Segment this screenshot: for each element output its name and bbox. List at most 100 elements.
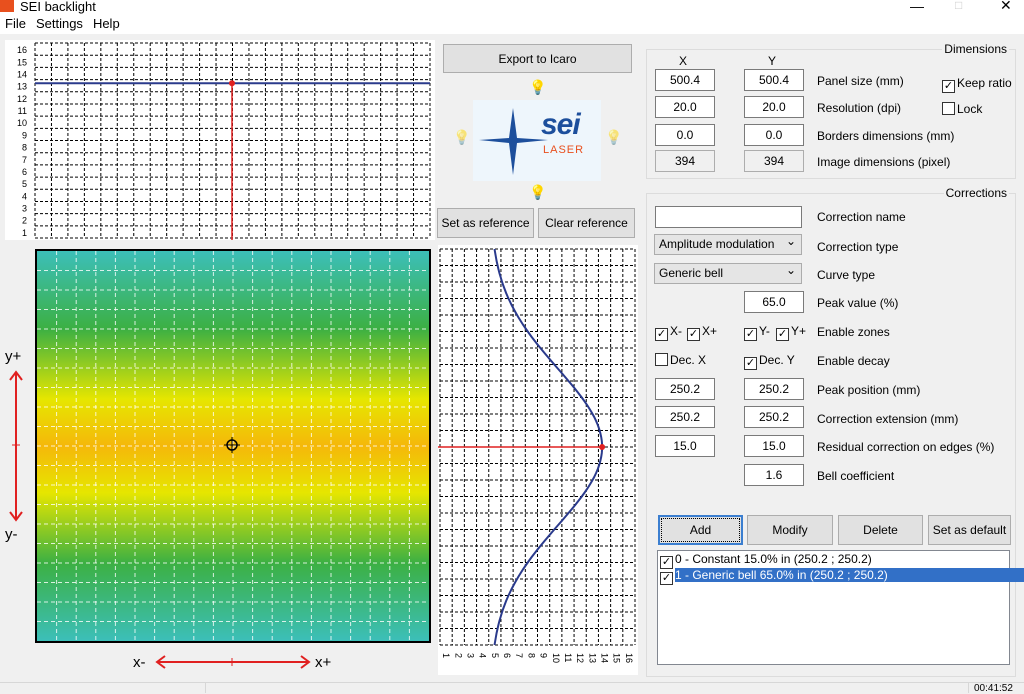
bell-coefficient-input[interactable]: 1.6 <box>744 464 804 486</box>
peak-value-label: Peak value (%) <box>817 296 899 310</box>
cursor-point <box>229 80 235 87</box>
zone-x-plus-label: X+ <box>702 324 718 338</box>
set-as-reference-button[interactable]: Set as reference <box>437 208 534 238</box>
x-tick-label: 12 <box>575 653 585 663</box>
y-minus-label: y- <box>5 526 18 543</box>
resolution-x-input[interactable]: 20.0 <box>655 96 715 118</box>
correction-name-input[interactable] <box>655 206 802 228</box>
dec-y-label: Dec. Y <box>759 353 795 367</box>
minimize-button[interactable]: — <box>910 0 924 14</box>
residual-label: Residual correction on edges (%) <box>817 440 995 454</box>
y-tick-label: 7 <box>22 155 27 165</box>
y-axis-arrow <box>9 370 23 522</box>
keep-ratio-checkbox[interactable]: ✓ Keep ratio <box>942 76 1012 93</box>
delete-button[interactable]: Delete <box>838 515 923 545</box>
resolution-y-input[interactable]: 20.0 <box>744 96 804 118</box>
extension-y-input[interactable]: 250.2 <box>744 406 804 428</box>
bulb-bottom-icon[interactable]: 💡 <box>529 184 546 201</box>
list-item[interactable]: ✓ 0 - Constant 15.0% in (250.2 ; 250.2) <box>658 551 1009 569</box>
menu-help[interactable]: Help <box>88 16 125 31</box>
bulb-top-icon[interactable]: 💡 <box>529 79 546 96</box>
lock-checkbox[interactable]: Lock <box>942 102 982 116</box>
residual-x-input[interactable]: 15.0 <box>655 435 715 457</box>
corrections-list[interactable]: ✓ 0 - Constant 15.0% in (250.2 ; 250.2) ✓… <box>657 550 1024 665</box>
horizontal-profile-chart: 12345678910111213141516 <box>5 40 435 240</box>
check-icon: ✓ <box>776 328 789 341</box>
zone-y-minus-checkbox[interactable]: ✓ Y- <box>744 324 770 341</box>
correction-name-label: Correction name <box>817 210 906 224</box>
app-icon <box>0 0 14 12</box>
corrections-title: Corrections <box>943 186 1009 200</box>
check-icon[interactable]: ✓ <box>660 572 673 585</box>
list-item-text: 0 - Constant 15.0% in (250.2 ; 250.2) <box>675 552 872 566</box>
x-tick-label: 5 <box>490 653 500 658</box>
x-tick-label: 7 <box>514 653 524 658</box>
menu-settings[interactable]: Settings <box>31 16 88 31</box>
cursor-point <box>599 444 606 450</box>
resolution-label: Resolution (dpi) <box>817 101 902 115</box>
borders-y-input[interactable]: 0.0 <box>744 124 804 146</box>
peak-pos-x-input[interactable]: 250.2 <box>655 378 715 400</box>
y-tick-label: 1 <box>22 228 27 238</box>
panel-size-x-input[interactable]: 500.4 <box>655 69 715 91</box>
list-item-selected[interactable]: ✓ 1 - Generic bell 65.0% in (250.2 ; 250.… <box>658 567 1024 585</box>
col-x-header: X <box>679 54 688 68</box>
curve-type-label: Curve type <box>817 268 876 282</box>
logo-sub: LASER <box>543 144 585 156</box>
zone-x-plus-checkbox[interactable]: ✓ X+ <box>687 324 717 341</box>
x-tick-label: 4 <box>478 653 488 658</box>
menu-file[interactable]: File <box>0 16 31 31</box>
borders-x-input[interactable]: 0.0 <box>655 124 715 146</box>
borders-label: Borders dimensions (mm) <box>817 129 955 143</box>
y-tick-label: 14 <box>17 69 27 79</box>
extension-label: Correction extension (mm) <box>817 412 959 426</box>
extension-x-input[interactable]: 250.2 <box>655 406 715 428</box>
x-tick-label: 8 <box>526 653 536 658</box>
close-button[interactable]: ✕ <box>1000 0 1012 14</box>
zone-y-plus-checkbox[interactable]: ✓ Y+ <box>776 324 806 341</box>
clear-reference-button[interactable]: Clear reference <box>538 208 635 238</box>
heatmap-preview[interactable] <box>35 249 431 643</box>
x-plus-label: x+ <box>315 654 332 671</box>
x-minus-label: x- <box>133 654 146 671</box>
residual-y-input[interactable]: 15.0 <box>744 435 804 457</box>
x-tick-label: 13 <box>587 653 597 663</box>
list-item-text: 1 - Generic bell 65.0% in (250.2 ; 250.2… <box>675 568 1024 582</box>
maximize-button[interactable]: □ <box>955 0 962 12</box>
check-icon: ✓ <box>655 328 668 341</box>
zone-y-plus-label: Y+ <box>791 324 807 338</box>
menu-bar: File Settings Help <box>0 13 1024 34</box>
y-tick-label: 6 <box>22 167 27 177</box>
y-tick-label: 11 <box>18 106 27 116</box>
dec-x-checkbox[interactable]: Dec. X <box>655 353 706 367</box>
x-tick-label: 11 <box>563 653 573 662</box>
modify-button[interactable]: Modify <box>747 515 833 545</box>
curve-type-select[interactable]: Generic bell <box>654 261 802 284</box>
vertical-profile-chart: 1 2 3 4 5 6 7 8 9 10 11 12 13 14 15 16 <box>438 245 638 675</box>
dec-y-checkbox[interactable]: ✓ Dec. Y <box>744 353 795 370</box>
status-time: 00:41:52 <box>974 683 1013 694</box>
y-tick-label: 5 <box>22 179 27 189</box>
x-tick-label: 1 <box>441 653 451 658</box>
export-to-icaro-button[interactable]: Export to Icaro <box>443 44 632 73</box>
add-button[interactable]: Add <box>658 515 743 545</box>
x-axis-arrow <box>155 655 311 669</box>
peak-value-input[interactable]: 65.0 <box>744 291 804 313</box>
x-tick-label: 14 <box>600 653 610 663</box>
panel-size-y-input[interactable]: 500.4 <box>744 69 804 91</box>
status-bar: 00:41:52 <box>0 682 1024 694</box>
peak-pos-y-input[interactable]: 250.2 <box>744 378 804 400</box>
y-tick-label: 10 <box>17 118 27 128</box>
set-as-default-button[interactable]: Set as default <box>928 515 1011 545</box>
zone-y-minus-label: Y- <box>759 324 770 338</box>
dec-x-label: Dec. X <box>670 353 707 367</box>
image-dim-label: Image dimensions (pixel) <box>817 155 951 169</box>
enable-decay-label: Enable decay <box>817 354 890 368</box>
zone-x-minus-checkbox[interactable]: ✓ X- <box>655 324 682 341</box>
correction-type-select[interactable]: Amplitude modulation <box>654 232 802 255</box>
zone-x-minus-label: X- <box>670 324 682 338</box>
bulb-right-icon[interactable]: 💡 <box>605 129 622 146</box>
correction-type-label: Correction type <box>817 240 899 254</box>
bulb-left-icon[interactable]: 💡 <box>453 129 470 146</box>
y-tick-label: 15 <box>17 57 27 67</box>
